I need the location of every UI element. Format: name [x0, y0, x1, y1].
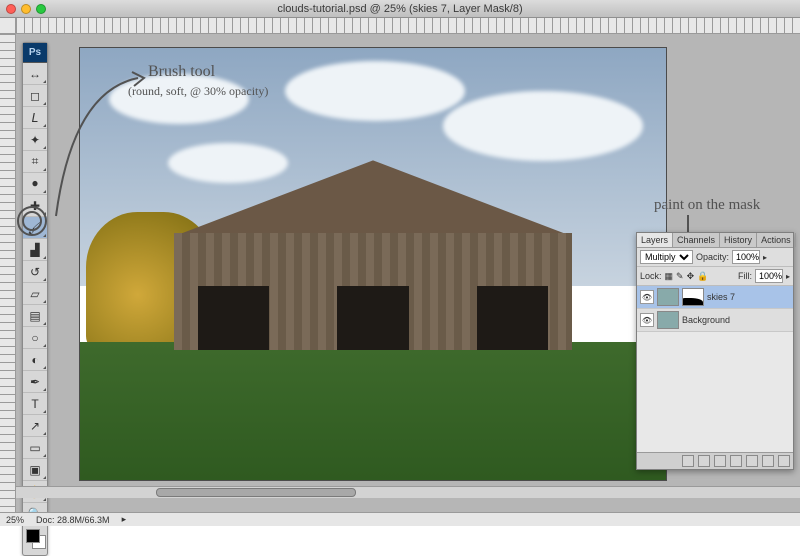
- delete-layer-icon[interactable]: [778, 455, 790, 467]
- app-badge: Ps: [23, 43, 47, 63]
- shape-tool[interactable]: ▭: [23, 437, 47, 459]
- crop-tool[interactable]: ⌗: [23, 151, 47, 173]
- notes-tool[interactable]: ▣: [23, 459, 47, 481]
- color-swatches[interactable]: [23, 525, 47, 555]
- document-canvas[interactable]: [80, 48, 666, 480]
- lock-paint-icon[interactable]: ✎: [676, 271, 684, 282]
- lock-position-icon[interactable]: ✥: [687, 271, 695, 282]
- layer-row[interactable]: 👁 Background: [637, 309, 793, 332]
- layer-thumbnail[interactable]: [657, 288, 679, 306]
- workspace: Ps ↔◻𝘓✦⌗⦁✚🖌▟↺▱▤○◐✒T↗▭▣✋🔍 Brush tool (rou…: [0, 18, 800, 512]
- photo-content: [80, 48, 666, 480]
- opacity-label: Opacity:: [696, 252, 729, 262]
- tools-panel[interactable]: Ps ↔◻𝘓✦⌗⦁✚🖌▟↺▱▤○◐✒T↗▭▣✋🔍: [22, 42, 48, 556]
- eraser-tool[interactable]: ▱: [23, 283, 47, 305]
- status-flyout-icon[interactable]: ▸: [122, 514, 127, 525]
- panel-tab-paths[interactable]: Paths: [796, 233, 800, 247]
- doc-size: Doc: 28.8M/66.3M: [36, 515, 110, 525]
- layers-panel-tabs: LayersChannelsHistoryActionsPaths: [637, 233, 793, 248]
- wand-tool[interactable]: ✦: [23, 129, 47, 151]
- panel-tab-actions[interactable]: Actions: [757, 233, 796, 247]
- layers-panel[interactable]: LayersChannelsHistoryActionsPaths Multip…: [636, 232, 794, 470]
- layer-mask-thumbnail[interactable]: [682, 288, 704, 306]
- status-bar: 25% Doc: 28.8M/66.3M ▸: [0, 512, 800, 526]
- marquee-tool[interactable]: ◻: [23, 85, 47, 107]
- fill-slider-icon[interactable]: ▸: [786, 272, 790, 281]
- path-tool[interactable]: ↗: [23, 415, 47, 437]
- vertical-ruler[interactable]: [0, 34, 16, 512]
- type-tool[interactable]: T: [23, 393, 47, 415]
- lock-label: Lock:: [640, 271, 662, 281]
- gradient-tool[interactable]: ▤: [23, 305, 47, 327]
- blend-mode-select[interactable]: Multiply: [640, 250, 693, 264]
- visibility-toggle-icon[interactable]: 👁: [640, 290, 654, 304]
- brush-tool[interactable]: 🖌: [23, 217, 47, 239]
- link-layers-icon[interactable]: [682, 455, 694, 467]
- window-title: clouds-tutorial.psd @ 25% (skies 7, Laye…: [0, 3, 800, 15]
- layer-mask-icon[interactable]: [714, 455, 726, 467]
- fill-label: Fill:: [738, 271, 752, 281]
- healing-tool[interactable]: ✚: [23, 195, 47, 217]
- layer-thumbnail[interactable]: [657, 311, 679, 329]
- opacity-input[interactable]: [732, 250, 760, 264]
- stamp-tool[interactable]: ▟: [23, 239, 47, 261]
- panel-tab-history[interactable]: History: [720, 233, 757, 247]
- layer-name[interactable]: Background: [682, 315, 730, 325]
- layers-panel-footer: [637, 452, 793, 469]
- group-icon[interactable]: [746, 455, 758, 467]
- blur-tool[interactable]: ○: [23, 327, 47, 349]
- ruler-origin[interactable]: [0, 18, 16, 34]
- foreground-color-swatch[interactable]: [26, 529, 40, 543]
- window-titlebar: clouds-tutorial.psd @ 25% (skies 7, Laye…: [0, 0, 800, 18]
- lock-transparency-icon[interactable]: ▦: [665, 271, 674, 282]
- move-tool[interactable]: ↔: [23, 63, 47, 85]
- fill-input[interactable]: [755, 269, 783, 283]
- lock-all-icon[interactable]: 🔒: [697, 271, 708, 282]
- pen-tool[interactable]: ✒: [23, 371, 47, 393]
- new-layer-icon[interactable]: [762, 455, 774, 467]
- dodge-tool[interactable]: ◐: [23, 349, 47, 371]
- eyedropper-tool[interactable]: ⦁: [23, 173, 47, 195]
- layer-row[interactable]: 👁 skies 7: [637, 286, 793, 309]
- annotation-mask-label: paint on the mask: [654, 196, 760, 214]
- panel-tab-layers[interactable]: Layers: [637, 233, 673, 247]
- horizontal-ruler[interactable]: [16, 18, 800, 34]
- visibility-toggle-icon[interactable]: 👁: [640, 313, 654, 327]
- layer-style-icon[interactable]: [698, 455, 710, 467]
- history-brush-tool[interactable]: ↺: [23, 261, 47, 283]
- panel-tab-channels[interactable]: Channels: [673, 233, 720, 247]
- horizontal-scrollbar[interactable]: [16, 486, 800, 498]
- lasso-tool[interactable]: 𝘓: [23, 107, 47, 129]
- adjustment-layer-icon[interactable]: [730, 455, 742, 467]
- zoom-level[interactable]: 25%: [6, 515, 24, 525]
- layer-name[interactable]: skies 7: [707, 292, 735, 302]
- layers-panel-empty-area[interactable]: [637, 332, 793, 452]
- opacity-slider-icon[interactable]: ▸: [763, 253, 767, 262]
